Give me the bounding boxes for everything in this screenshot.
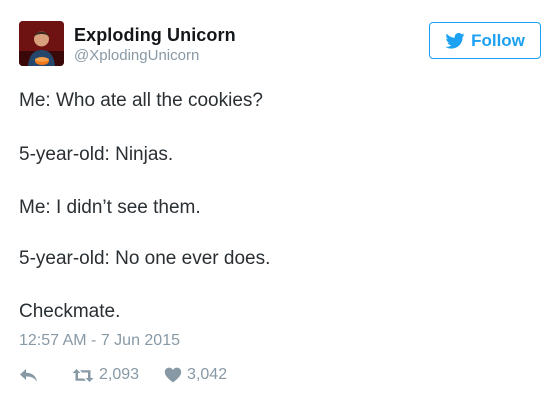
heart-icon [164,367,182,383]
follow-button[interactable]: Follow [429,22,541,59]
tweet-actions: 2,093 3,042 [19,365,227,385]
retweet-count: 2,093 [99,366,140,383]
like-button[interactable]: 3,042 [164,365,227,385]
tweet-text-line: Me: I didn’t see them. [19,197,201,218]
user-info: Exploding Unicorn @XplodingUnicorn [74,24,236,65]
tweet-text-line: Checkmate. [19,301,121,322]
tweet-text-line: 5-year-old: Ninjas. [19,144,174,165]
avatar[interactable] [19,21,64,66]
twitter-bird-icon [445,32,465,49]
user-handle[interactable]: @XplodingUnicorn [74,47,236,65]
retweet-icon [72,368,94,383]
follow-label: Follow [471,30,525,50]
tweet-text-line: 5-year-old: No one ever does. [19,248,271,269]
tweet-timestamp[interactable]: 12:57 AM - 7 Jun 2015 [19,331,180,351]
retweet-button[interactable]: 2,093 [72,365,139,385]
display-name[interactable]: Exploding Unicorn [74,24,236,46]
user-avatar-icon [19,21,64,66]
reply-button[interactable] [19,368,38,383]
reply-icon [19,368,38,383]
tweet-text-line: Me: Who ate all the cookies? [19,90,263,111]
tweet-card: Exploding Unicorn @XplodingUnicorn Follo… [0,0,548,406]
like-count: 3,042 [187,366,228,383]
